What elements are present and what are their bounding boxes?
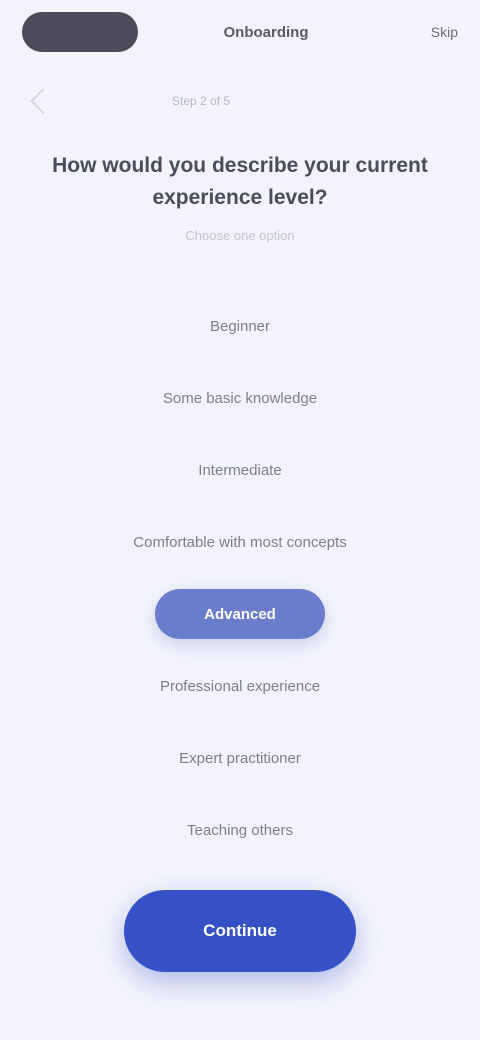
option-label: Advanced <box>204 605 276 623</box>
option-label: Intermediate <box>198 461 282 479</box>
option-item[interactable]: Beginner <box>0 290 480 362</box>
option-item[interactable]: Some basic knowledge <box>0 362 480 434</box>
option-item-selected[interactable]: Advanced <box>0 578 480 650</box>
selected-option-pill[interactable]: Advanced <box>155 589 325 639</box>
back-arrow-icon[interactable] <box>30 88 56 114</box>
option-item[interactable]: Expert practitioner <box>0 722 480 794</box>
option-label: Teaching others <box>187 821 293 839</box>
continue-button-label: Continue <box>203 921 277 940</box>
question-title: How would you describe your current expe… <box>52 154 428 209</box>
step-label: Step 2 of 5 <box>172 94 231 108</box>
option-label: Some basic knowledge <box>162 389 318 407</box>
top-bar: Onboarding Skip <box>0 0 480 64</box>
skip-button[interactable]: Skip <box>394 24 458 40</box>
option-label: Professional experience <box>159 677 321 695</box>
app-screen: Onboarding Skip Step 2 of 5 How would yo… <box>0 0 480 1040</box>
option-item[interactable]: Intermediate <box>0 434 480 506</box>
options-list: Beginner Some basic knowledge Intermedia… <box>0 290 480 866</box>
continue-button[interactable]: Continue <box>124 890 356 972</box>
option-label: Beginner <box>209 317 271 335</box>
progress-row: Step 2 of 5 <box>0 86 480 116</box>
top-bar-title: Onboarding <box>223 23 309 41</box>
option-item[interactable]: Teaching others <box>0 794 480 866</box>
option-item[interactable]: Professional experience <box>0 650 480 722</box>
question-subtitle: Choose one option <box>185 228 295 243</box>
menu-pill-button[interactable] <box>22 12 138 52</box>
option-label: Expert practitioner <box>179 749 301 767</box>
option-item[interactable]: Comfortable with most concepts <box>0 506 480 578</box>
option-label: Comfortable with most concepts <box>133 533 347 551</box>
